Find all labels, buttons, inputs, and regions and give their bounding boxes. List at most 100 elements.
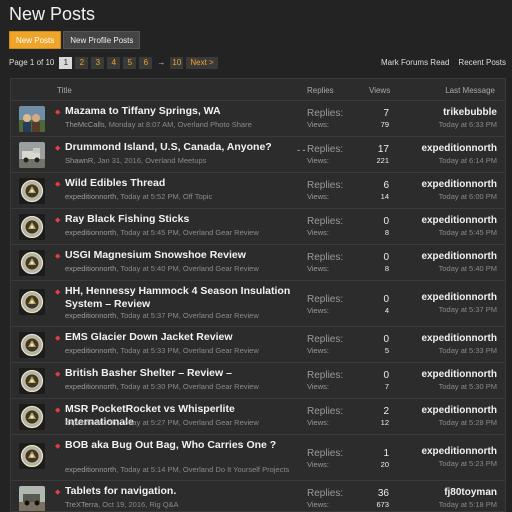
thread-author-link[interactable]: expeditionnorth — [65, 311, 116, 320]
thread-date: Monday at 8:07 AM — [108, 120, 174, 129]
next-page-button[interactable]: Next > — [186, 56, 218, 69]
thread-title-link[interactable]: Drummond Island, U.S, Canada, Anyone? — [65, 141, 305, 154]
thread-row[interactable]: ◆ Tablets for navigation. TreXTerra, Oct 1… — [11, 481, 505, 511]
column-title[interactable]: Title — [57, 86, 72, 95]
column-replies[interactable]: Replies — [307, 86, 334, 95]
thread-author-link[interactable]: expeditionnorth — [65, 382, 116, 391]
thread-title-link[interactable]: Ray Black Fishing Sticks — [65, 213, 305, 226]
thread-author-link[interactable]: expeditionnorth — [65, 228, 116, 237]
page-link-2[interactable]: 2 — [75, 56, 89, 69]
thread-author-link[interactable]: ShawnR — [65, 156, 93, 165]
last-post-time-link[interactable]: Today at 5:30 PM — [377, 381, 497, 392]
avatar[interactable] — [19, 443, 45, 469]
thread-title-link[interactable]: British Basher Shelter – Review – — [65, 367, 305, 380]
recent-posts-link[interactable]: Recent Posts — [458, 58, 506, 67]
thread-title-link[interactable]: EMS Glacier Down Jacket Review — [65, 331, 305, 344]
thread-author-link[interactable]: expeditionnorth — [65, 418, 116, 427]
thread-row[interactable]: ◆ Wild Edibles Thread expeditionnorth, Tod… — [11, 173, 505, 209]
last-post-time-link[interactable]: Today at 5:23 PM — [377, 458, 497, 469]
avatar[interactable] — [19, 486, 45, 511]
page-jump-arrow[interactable]: → — [155, 58, 167, 67]
thread-title-link[interactable]: USGI Magnesium Snowshoe Review — [65, 249, 305, 262]
page-link-3[interactable]: 3 — [91, 56, 105, 69]
thread-title-link[interactable]: Mazama to Tiffany Springs, WA — [65, 105, 305, 118]
last-post-time-link[interactable]: Today at 5:37 PM — [377, 304, 497, 315]
thread-row[interactable]: ◆ HH, Hennessy Hammock 4 Season Insulatio… — [11, 281, 505, 327]
last-poster-link[interactable]: fj80toyman — [377, 486, 497, 499]
thread-forum-link[interactable]: Overland Gear Review — [183, 418, 259, 427]
avatar[interactable] — [19, 332, 45, 358]
page-link-4[interactable]: 4 — [107, 56, 121, 69]
thread-title-link[interactable]: BOB aka Bug Out Bag, Who Carries One ? — [65, 439, 305, 452]
thread-row[interactable]: ◆ British Basher Shelter – Review – expedi… — [11, 363, 505, 399]
last-message: expeditionnorth Today at 5:28 PM — [377, 404, 497, 428]
last-poster-link[interactable]: expeditionnorth — [377, 178, 497, 191]
thread-title-link[interactable]: Tablets for navigation. — [65, 485, 305, 498]
last-post-time-link[interactable]: Today at 5:18 PM — [377, 499, 497, 510]
thread-row[interactable]: ◆ USGI Magnesium Snowshoe Review expeditio… — [11, 245, 505, 281]
tab-new-profile-posts[interactable]: New Profile Posts — [63, 31, 141, 49]
thread-row[interactable]: ◆ Ray Black Fishing Sticks expeditionnorth… — [11, 209, 505, 245]
thread-forum-link[interactable]: Rig Q&A — [149, 500, 178, 509]
avatar[interactable] — [19, 214, 45, 240]
column-last-message[interactable]: Last Message — [445, 86, 495, 95]
thread-row[interactable]: ◆ EMS Glacier Down Jacket Review expeditio… — [11, 327, 505, 363]
tab-new-posts[interactable]: New Posts — [9, 31, 62, 49]
views-label: Views: — [307, 418, 329, 427]
thread-author-link[interactable]: expeditionnorth — [65, 264, 116, 273]
last-message: expeditionnorth Today at 6:14 PM — [377, 142, 497, 166]
last-poster-link[interactable]: expeditionnorth — [377, 445, 497, 458]
thread-author-link[interactable]: TreXTerra — [65, 500, 98, 509]
mark-forums-read-link[interactable]: Mark Forums Read — [381, 58, 449, 67]
last-post-time-link[interactable]: Today at 5:45 PM — [377, 227, 497, 238]
thread-author-link[interactable]: expeditionnorth — [65, 346, 116, 355]
thread-row[interactable]: ◆ BOB aka Bug Out Bag, Who Carries One ? e… — [11, 435, 505, 481]
last-poster-link[interactable]: expeditionnorth — [377, 250, 497, 263]
thread-author-link[interactable]: expeditionnorth — [65, 465, 116, 474]
last-post-time-link[interactable]: Today at 5:28 PM — [377, 417, 497, 428]
page-link-1[interactable]: 1 — [59, 56, 73, 69]
last-poster-link[interactable]: expeditionnorth — [377, 404, 497, 417]
thread-forum-link[interactable]: Overland Photo Share — [178, 120, 252, 129]
last-poster-link[interactable]: trikebubble — [377, 106, 497, 119]
avatar[interactable] — [19, 142, 45, 168]
thread-forum-link[interactable]: Overland Gear Review — [183, 228, 259, 237]
thread-row[interactable]: ◆ Mazama to Tiffany Springs, WA TheMcCalls… — [11, 101, 505, 137]
thread-forum-link[interactable]: Overland Do It Yourself Projects — [183, 465, 289, 474]
last-poster-link[interactable]: expeditionnorth — [377, 368, 497, 381]
thread-forum-link[interactable]: Overland Meetups — [145, 156, 206, 165]
thread-title-link[interactable]: Wild Edibles Thread — [65, 177, 305, 190]
page-link-6[interactable]: 6 — [139, 56, 153, 69]
column-views[interactable]: Views — [369, 86, 390, 95]
last-poster-link[interactable]: expeditionnorth — [377, 214, 497, 227]
thread-row[interactable]: ◆ Drummond Island, U.S, Canada, Anyone? - … — [11, 137, 505, 173]
last-post-time-link[interactable]: Today at 5:40 PM — [377, 263, 497, 274]
page-link-5[interactable]: 5 — [123, 56, 137, 69]
thread-forum-link[interactable]: Overland Gear Review — [183, 311, 259, 320]
thread-row[interactable]: ◆ MSR PocketRocket vs Whisperlite Interna… — [11, 399, 505, 435]
thread-forum-link[interactable]: Overland Gear Review — [183, 382, 259, 391]
last-poster-link[interactable]: expeditionnorth — [377, 142, 497, 155]
thread-forum-link[interactable]: Overland Gear Review — [183, 264, 259, 273]
last-post-time-link[interactable]: Today at 6:33 PM — [377, 119, 497, 130]
thread-author-link[interactable]: TheMcCalls — [65, 120, 105, 129]
thread-author-link[interactable]: expeditionnorth — [65, 192, 116, 201]
last-post-time-link[interactable]: Today at 6:14 PM — [377, 155, 497, 166]
last-post-time-link[interactable]: Today at 6:00 PM — [377, 191, 497, 202]
avatar[interactable] — [19, 250, 45, 276]
avatar[interactable] — [19, 178, 45, 204]
thread-forum-link[interactable]: Off Topic — [183, 192, 212, 201]
views-label: Views: — [307, 120, 329, 129]
page-link-last[interactable]: 10 — [170, 56, 184, 69]
avatar[interactable] — [19, 289, 45, 315]
avatar[interactable] — [19, 404, 45, 430]
last-poster-link[interactable]: expeditionnorth — [377, 291, 497, 304]
unread-indicator-icon: ◆ — [55, 145, 61, 152]
avatar[interactable] — [19, 106, 45, 132]
avatar[interactable] — [19, 368, 45, 394]
replies-label: Replies: — [307, 294, 344, 305]
last-post-time-link[interactable]: Today at 5:33 PM — [377, 345, 497, 356]
thread-title-link[interactable]: HH, Hennessy Hammock 4 Season Insulation… — [65, 285, 305, 311]
last-poster-link[interactable]: expeditionnorth — [377, 332, 497, 345]
thread-forum-link[interactable]: Overland Gear Review — [183, 346, 259, 355]
